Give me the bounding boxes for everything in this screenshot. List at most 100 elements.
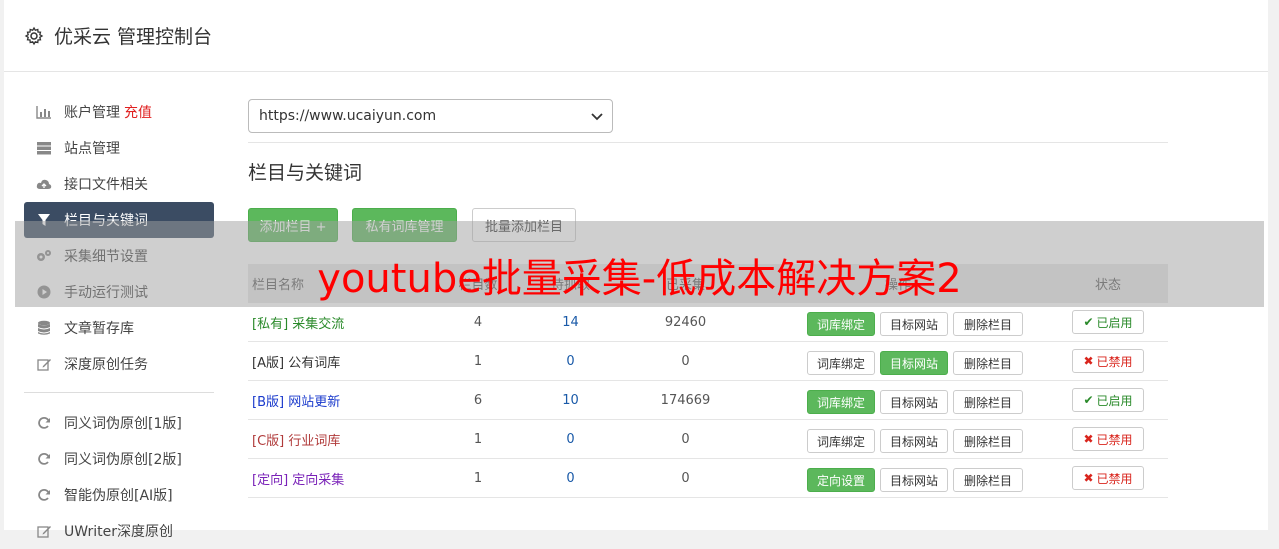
column-name[interactable]: 行业词库 <box>288 434 340 449</box>
status-label: 已启用 <box>1096 315 1133 330</box>
check-icon: ✔ <box>1083 393 1094 407</box>
status-label: 已禁用 <box>1096 354 1133 369</box>
collected-count: 0 <box>681 431 690 447</box>
column-tag[interactable]: [A版] <box>252 356 284 371</box>
site-select[interactable]: https://www.ucaiyun.com <box>248 99 613 133</box>
page-title: 优采云 管理控制台 <box>54 26 213 48</box>
close-icon: ✖ <box>1083 432 1094 446</box>
cloud-upload-icon <box>36 176 52 192</box>
column-tag[interactable]: [定向] <box>252 473 288 488</box>
table-row: [C版] 行业词库 1 0 0 词库绑定 目标网站 删除栏目 ✖ 已禁用 <box>248 420 1168 459</box>
database-icon <box>36 320 52 336</box>
close-icon: ✖ <box>1083 354 1094 368</box>
column-tag[interactable]: [B版] <box>252 395 284 410</box>
target-site-button[interactable]: 目标网站 <box>880 468 948 492</box>
column-count: 1 <box>473 431 483 447</box>
delete-column-button[interactable]: 删除栏目 <box>953 429 1023 453</box>
header: 优采云 管理控制台 <box>4 0 1274 72</box>
ops-cell: 定向设置 目标网站 删除栏目 <box>748 459 1048 497</box>
sidebar-item-synonym-v2[interactable]: 同义词伪原创[2版] <box>24 441 214 477</box>
table-row: [定向] 定向采集 1 0 0 定向设置 目标网站 删除栏目 ✖ 已禁用 <box>248 459 1168 498</box>
sidebar-divider <box>24 392 214 393</box>
status-toggle[interactable]: ✔ 已启用 <box>1072 310 1144 334</box>
delete-column-button[interactable]: 删除栏目 <box>953 468 1023 492</box>
status-toggle[interactable]: ✖ 已禁用 <box>1072 349 1144 373</box>
bind-library-button[interactable]: 词库绑定 <box>807 351 875 375</box>
refresh-icon <box>36 487 52 503</box>
ops-cell: 词库绑定 目标网站 删除栏目 <box>748 420 1048 458</box>
site-select-value: https://www.ucaiyun.com <box>259 108 437 124</box>
ops-cell: 词库绑定 目标网站 删除栏目 <box>748 381 1048 419</box>
pending-count[interactable]: 14 <box>518 315 623 330</box>
refresh-icon <box>36 415 52 431</box>
column-name-cell: [C版] 行业词库 <box>248 430 438 449</box>
bind-library-button[interactable]: 定向设置 <box>807 468 875 492</box>
table-row: [B版] 网站更新 6 10 174669 词库绑定 目标网站 删除栏目 ✔ 已启用 <box>248 381 1168 420</box>
close-icon: ✖ <box>1083 471 1094 485</box>
sidebar-item-synonym-v1[interactable]: 同义词伪原创[1版] <box>24 405 214 441</box>
sidebar-item-label: 接口文件相关 <box>64 177 148 193</box>
chevron-down-icon <box>591 113 603 121</box>
bind-library-button[interactable]: 词库绑定 <box>807 312 875 336</box>
table-body: [私有] 采集交流 4 14 92460 词库绑定 目标网站 删除栏目 ✔ 已启用 [A版] 公有… <box>248 303 1168 498</box>
table-row: [私有] 采集交流 4 14 92460 词库绑定 目标网站 删除栏目 ✔ 已启用 <box>248 303 1168 342</box>
sidebar-item-label: 同义词伪原创[1版] <box>64 416 182 432</box>
sidebar-item-deep-original[interactable]: 深度原创任务 <box>24 346 214 382</box>
target-site-button[interactable]: 目标网站 <box>880 390 948 414</box>
recharge-link[interactable]: 充值 <box>124 102 152 122</box>
column-name-cell: [私有] 采集交流 <box>248 313 438 332</box>
status-label: 已禁用 <box>1096 471 1133 486</box>
sidebar-item-ai-rewrite[interactable]: 智能伪原创[AI版] <box>24 477 214 513</box>
column-name[interactable]: 网站更新 <box>288 395 340 410</box>
column-name[interactable]: 公有词库 <box>288 356 340 371</box>
server-icon <box>36 140 52 156</box>
collected-count: 174669 <box>660 392 711 408</box>
column-tag[interactable]: [私有] <box>252 317 288 332</box>
delete-column-button[interactable]: 删除栏目 <box>953 312 1023 336</box>
column-tag[interactable]: [C版] <box>252 434 284 449</box>
ops-cell: 词库绑定 目标网站 删除栏目 <box>748 342 1048 380</box>
status-toggle[interactable]: ✔ 已启用 <box>1072 388 1144 412</box>
sidebar: 账户管理 充值 站点管理 接口文件相关 栏目与关键词 采集细节设置 <box>24 94 214 549</box>
sidebar-item-label: UWriter深度原创 <box>64 524 173 540</box>
delete-column-button[interactable]: 删除栏目 <box>953 390 1023 414</box>
collected-count: 0 <box>681 470 690 486</box>
column-count: 1 <box>473 353 483 369</box>
column-name[interactable]: 采集交流 <box>292 317 344 332</box>
sidebar-item-uwriter[interactable]: UWriter深度原创 <box>24 513 214 549</box>
pending-count[interactable]: 0 <box>518 354 623 369</box>
sidebar-item-label: 同义词伪原创[2版] <box>64 452 182 468</box>
edit-icon <box>36 523 52 539</box>
status-cell: ✔ 已启用 <box>1048 381 1168 419</box>
sidebar-item-label: 智能伪原创[AI版] <box>64 488 173 504</box>
status-toggle[interactable]: ✖ 已禁用 <box>1072 466 1144 490</box>
section-title: 栏目与关键词 <box>248 162 363 184</box>
target-site-button[interactable]: 目标网站 <box>880 351 948 375</box>
target-site-button[interactable]: 目标网站 <box>880 312 948 336</box>
status-cell: ✖ 已禁用 <box>1048 420 1168 458</box>
column-name-cell: [定向] 定向采集 <box>248 469 438 488</box>
pending-count[interactable]: 10 <box>518 393 623 408</box>
gear-icon <box>24 26 44 45</box>
column-count: 1 <box>473 470 483 486</box>
target-site-button[interactable]: 目标网站 <box>880 429 948 453</box>
pending-count[interactable]: 0 <box>518 471 623 486</box>
sidebar-item-api-files[interactable]: 接口文件相关 <box>24 166 214 202</box>
bind-library-button[interactable]: 词库绑定 <box>807 429 875 453</box>
edit-icon <box>36 356 52 372</box>
sidebar-item-article-store[interactable]: 文章暂存库 <box>24 310 214 346</box>
sidebar-item-sites[interactable]: 站点管理 <box>24 130 214 166</box>
collected-count: 0 <box>681 353 690 369</box>
status-label: 已启用 <box>1096 393 1133 408</box>
sidebar-item-account[interactable]: 账户管理 充值 <box>24 94 214 130</box>
column-count: 4 <box>473 314 483 330</box>
status-toggle[interactable]: ✖ 已禁用 <box>1072 427 1144 451</box>
delete-column-button[interactable]: 删除栏目 <box>953 351 1023 375</box>
bind-library-button[interactable]: 词库绑定 <box>807 390 875 414</box>
sidebar-item-label: 深度原创任务 <box>64 357 148 373</box>
collected-count: 92460 <box>664 314 707 330</box>
column-name-cell: [B版] 网站更新 <box>248 391 438 410</box>
status-cell: ✔ 已启用 <box>1048 303 1168 341</box>
column-name[interactable]: 定向采集 <box>292 473 344 488</box>
pending-count[interactable]: 0 <box>518 432 623 447</box>
